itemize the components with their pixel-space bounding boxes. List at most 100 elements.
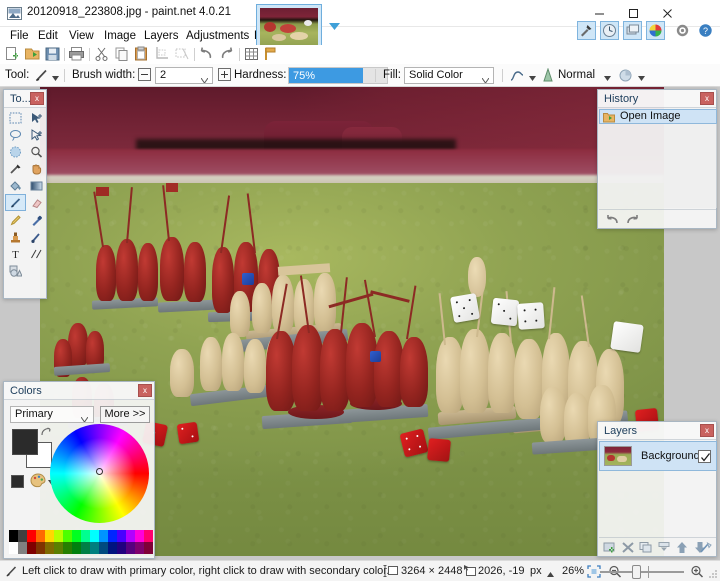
layer-row-background[interactable]: Background <box>599 441 717 471</box>
palette-swatch-1-5[interactable] <box>54 542 63 554</box>
palette-swatch-0-5[interactable] <box>54 530 63 542</box>
palette-swatch-1-12[interactable] <box>117 542 126 554</box>
brush-width-decrease-button[interactable] <box>138 68 151 81</box>
delete-layer-button[interactable] <box>621 541 635 557</box>
palette-swatch-1-8[interactable] <box>81 542 90 554</box>
menu-layers[interactable]: Layers <box>138 28 185 44</box>
rulers-button[interactable] <box>263 46 282 63</box>
layers-palette-close-button[interactable]: x <box>700 424 714 437</box>
undo-button[interactable] <box>198 46 217 63</box>
swap-colors-icon[interactable] <box>40 426 52 438</box>
palette-swatch-1-1[interactable] <box>18 542 27 554</box>
palette-swatch-1-14[interactable] <box>135 542 144 554</box>
zoom-tool[interactable] <box>26 143 47 160</box>
brush-width-increase-button[interactable] <box>218 68 231 81</box>
tools-palette-close-button[interactable]: x <box>30 92 44 105</box>
layers-list[interactable]: Background <box>599 441 717 536</box>
resize-grip-icon[interactable] <box>708 569 718 579</box>
palette-swatch-0-2[interactable] <box>27 530 36 542</box>
zoom-in-icon[interactable] <box>690 565 704 581</box>
zoom-slider-thumb[interactable] <box>632 565 641 579</box>
hardness-slider[interactable]: 75% <box>288 67 388 84</box>
deselect-all-button[interactable] <box>173 46 192 63</box>
brush-width-input[interactable]: 2 <box>155 67 213 84</box>
palette-swatch-0-1[interactable] <box>18 530 27 542</box>
recolor-tool[interactable] <box>26 228 47 245</box>
line-curve-tool[interactable] <box>26 245 47 262</box>
duplicate-layer-button[interactable] <box>639 541 653 557</box>
clone-stamp-tool[interactable] <box>5 228 26 245</box>
palette-swatch-1-6[interactable] <box>63 542 72 554</box>
merge-layer-down-button[interactable] <box>657 541 671 557</box>
menu-file[interactable]: File <box>4 28 35 44</box>
zoom-out-icon[interactable] <box>608 565 622 581</box>
zoom-slider[interactable] <box>600 571 684 573</box>
palette-swatch-0-3[interactable] <box>36 530 45 542</box>
ellipse-select-tool[interactable] <box>5 143 26 160</box>
magic-wand-tool[interactable] <box>5 160 26 177</box>
antialiasing-curve-icon[interactable] <box>509 68 525 83</box>
new-button[interactable] <box>4 46 23 63</box>
save-button[interactable] <box>44 46 63 63</box>
palette-swatch-1-15[interactable] <box>144 542 153 554</box>
menu-image[interactable]: Image <box>98 28 142 44</box>
layer-properties-button[interactable] <box>699 541 713 557</box>
text-tool[interactable]: T <box>5 245 26 262</box>
palette-swatch-0-4[interactable] <box>45 530 54 542</box>
blend-mode-dropdown-icon[interactable] <box>604 72 611 84</box>
layer-visibility-checkbox[interactable] <box>698 450 711 463</box>
tools-window-toggle[interactable] <box>577 21 596 40</box>
palette-swatch-0-0[interactable] <box>9 530 18 542</box>
tool-dropdown-icon[interactable] <box>52 72 59 84</box>
palette-swatch-1-11[interactable] <box>108 542 117 554</box>
palette-swatch-0-12[interactable] <box>117 530 126 542</box>
blend-mode-value[interactable]: Normal <box>558 69 595 81</box>
paint-bucket-tool[interactable] <box>5 177 26 194</box>
color-picker-tool[interactable] <box>26 211 47 228</box>
palette-swatch-0-8[interactable] <box>81 530 90 542</box>
alpha-blending-sphere-icon[interactable] <box>618 68 633 83</box>
move-layer-up-button[interactable] <box>675 541 689 557</box>
redo-button[interactable] <box>218 46 237 63</box>
palette-swatch-1-3[interactable] <box>36 542 45 554</box>
palette-swatch-1-4[interactable] <box>45 542 54 554</box>
history-list[interactable]: Open Image <box>599 109 717 208</box>
palette-swatch-1-10[interactable] <box>99 542 108 554</box>
palette-icon[interactable] <box>30 473 46 488</box>
palette-swatch-0-9[interactable] <box>90 530 99 542</box>
more-colors-button[interactable]: More >> <box>100 406 150 423</box>
palette-swatch-1-13[interactable] <box>126 542 135 554</box>
menu-adjustments[interactable]: Adjustments <box>180 28 255 44</box>
cut-button[interactable] <box>93 46 112 63</box>
fit-to-window-icon[interactable] <box>587 565 601 581</box>
antialiasing-dropdown-icon[interactable] <box>529 72 536 84</box>
menu-view[interactable]: View <box>63 28 100 44</box>
reset-colors-icon[interactable] <box>11 475 24 488</box>
palette-swatch-1-2[interactable] <box>27 542 36 554</box>
open-button[interactable] <box>24 46 43 63</box>
colors-window-toggle[interactable] <box>646 21 665 40</box>
palette-swatch-1-9[interactable] <box>90 542 99 554</box>
shapes-tool[interactable] <box>5 262 26 279</box>
palette-swatch-0-6[interactable] <box>63 530 72 542</box>
palette-swatch-0-14[interactable] <box>135 530 144 542</box>
chevron-down-icon[interactable] <box>201 73 208 78</box>
history-undo-button[interactable] <box>605 213 620 229</box>
move-selected-tool[interactable] <box>26 109 47 126</box>
colors-palette-close-button[interactable]: x <box>138 384 152 397</box>
palette-swatch-0-15[interactable] <box>144 530 153 542</box>
add-new-layer-button[interactable] <box>603 541 617 557</box>
print-button[interactable] <box>68 46 87 63</box>
color-palette-strip[interactable] <box>9 530 153 554</box>
rectangle-select-tool[interactable] <box>5 109 26 126</box>
units-label[interactable]: px <box>530 565 542 577</box>
history-redo-button[interactable] <box>625 213 640 229</box>
history-palette-close-button[interactable]: x <box>700 92 714 105</box>
chevron-up-icon[interactable] <box>547 568 554 580</box>
primary-color-swatch[interactable] <box>12 429 38 455</box>
palette-swatch-0-13[interactable] <box>126 530 135 542</box>
menu-edit[interactable]: Edit <box>32 28 64 44</box>
palette-swatch-0-11[interactable] <box>108 530 117 542</box>
fill-dropdown[interactable]: Solid Color <box>404 67 494 84</box>
gradient-tool[interactable] <box>26 177 47 194</box>
